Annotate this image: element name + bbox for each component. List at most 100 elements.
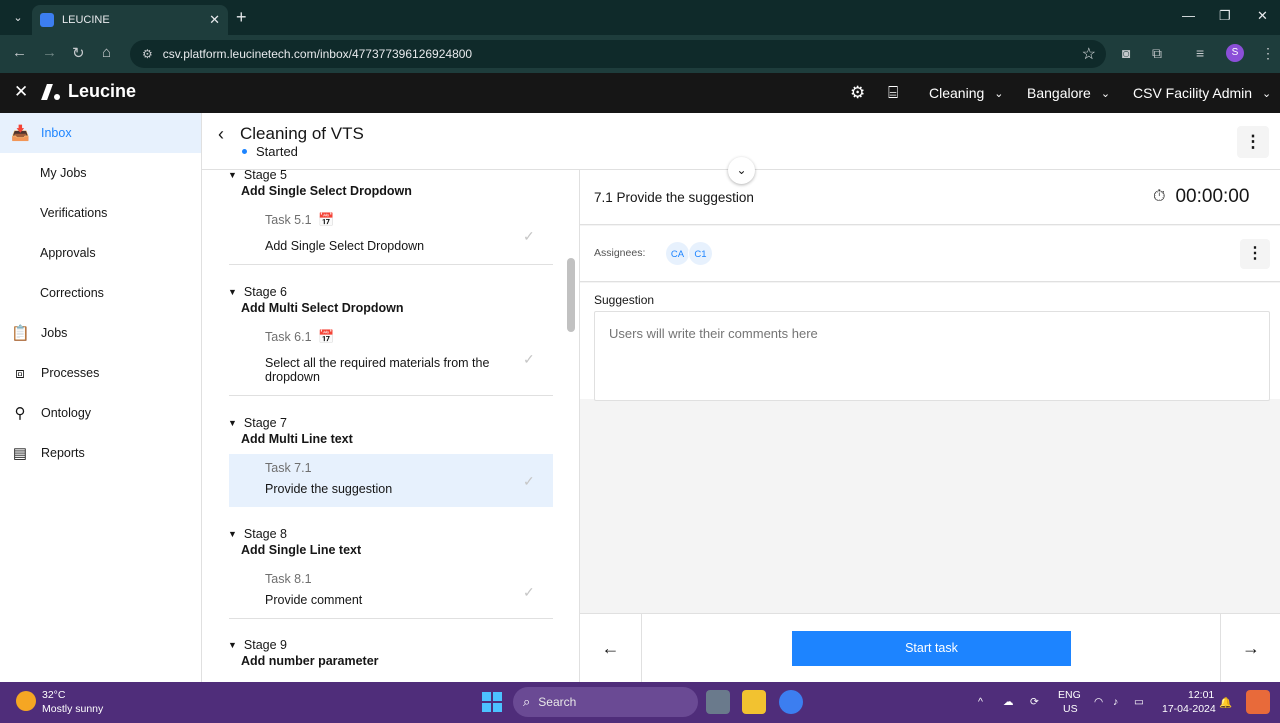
weather-sun-icon[interactable] <box>16 691 36 711</box>
calendar-schedule-icon: 📅 <box>318 329 335 344</box>
site-info-icon[interactable]: ⚙ <box>142 47 153 61</box>
task-number: Task 6.1 <box>265 330 312 344</box>
search-label: Search <box>538 695 577 709</box>
back-arrow-icon[interactable]: ‹ <box>218 124 224 145</box>
close-tab-icon[interactable]: ✕ <box>209 12 220 28</box>
assignees-label: Assignees: <box>594 247 646 259</box>
browser-menu-icon[interactable]: ⋮ <box>1261 45 1275 62</box>
stopwatch-icon: ⏱ <box>1153 188 1166 205</box>
tab-search-icon[interactable]: ⌄ <box>8 8 28 28</box>
task-view-icon[interactable] <box>706 690 730 714</box>
chevron-down-icon: ⌄ <box>1262 87 1272 100</box>
clipboard-icon: 📋 <box>11 325 30 342</box>
stage-header[interactable]: ▼ Stage 6 Add Multi Select Dropdown <box>228 285 558 315</box>
previous-task-arrow-icon[interactable]: ← <box>580 614 642 683</box>
sidebar-item-verifications[interactable]: Verifications <box>0 193 201 233</box>
caret-down-icon[interactable]: ▼ <box>228 170 237 180</box>
clock-date[interactable]: 17-04-2024 <box>1162 703 1216 715</box>
url-field[interactable]: ⚙ csv.platform.leucinetech.com/inbox/477… <box>130 40 1106 68</box>
profile-avatar[interactable]: S <box>1226 44 1244 62</box>
stage-number: Stage 5 <box>243 170 288 182</box>
extensions-icon[interactable]: ⧉ <box>1152 45 1162 62</box>
task-title: 7.1 Provide the suggestion <box>594 190 754 205</box>
wifi-icon[interactable]: ◠ <box>1094 696 1103 708</box>
check-icon: ✓ <box>523 584 535 600</box>
home-icon[interactable]: ⌂ <box>102 44 111 61</box>
stage-header[interactable]: ▼ Stage 9 Add number parameter <box>228 638 558 668</box>
stage-header[interactable]: ▼ Stage 8 Add Single Line text <box>228 527 558 557</box>
language-indicator[interactable]: ENG <box>1058 689 1081 701</box>
sidebar-item-inbox[interactable]: 📥 Inbox <box>0 113 201 153</box>
suggestion-textarea[interactable] <box>594 311 1270 401</box>
sidebar-item-ontology[interactable]: ⚲ Ontology <box>0 393 201 433</box>
task-name: Provide the suggestion <box>265 482 393 496</box>
restore-icon[interactable]: ❐ <box>1219 8 1231 24</box>
close-icon[interactable]: ✕ <box>14 82 28 102</box>
caret-down-icon[interactable]: ▼ <box>228 287 237 297</box>
caret-down-icon[interactable]: ▼ <box>228 418 237 428</box>
camera-icon[interactable]: ◙ <box>1122 45 1130 61</box>
sidebar-item-approvals[interactable]: Approvals <box>0 233 201 273</box>
show-hidden-icons-chevron-icon[interactable]: ^ <box>978 696 983 708</box>
task-item[interactable]: Task 5.1 📅 Add Single Select Dropdown ✓ <box>229 206 553 265</box>
task-item[interactable]: Task 8.1 Provide comment ✓ <box>229 565 553 619</box>
windows-start-icon[interactable] <box>482 692 502 712</box>
settings-gear-icon[interactable]: ⚙ <box>850 83 865 103</box>
stage-list-scrollbar[interactable] <box>567 258 575 332</box>
task-item[interactable]: Task 6.1 📅 Select all the required mater… <box>229 323 553 396</box>
reload-icon[interactable]: ↻ <box>72 44 85 62</box>
caret-down-icon[interactable]: ▼ <box>228 640 237 650</box>
clock-time[interactable]: 12:01 <box>1188 689 1214 701</box>
report-icon: ▤ <box>12 445 28 462</box>
task-more-options-button[interactable]: ⋮ <box>1240 239 1270 269</box>
region-indicator[interactable]: US <box>1063 703 1078 715</box>
stage-name: Add Multi Line text <box>241 432 353 446</box>
sidebar-item-processes[interactable]: ⧈ Processes <box>0 353 201 393</box>
forward-icon[interactable]: → <box>42 44 57 61</box>
browser-tab[interactable]: LEUCINE ✕ <box>32 5 228 35</box>
sidebar-item-jobs[interactable]: 📋 Jobs <box>0 313 201 353</box>
tab-title: LEUCINE <box>62 14 110 26</box>
new-tab-icon[interactable]: + <box>236 7 247 28</box>
next-task-arrow-icon[interactable]: → <box>1220 614 1280 683</box>
scan-icon[interactable]: ⌸ <box>888 83 898 103</box>
task-item-selected[interactable]: Task 7.1 Provide the suggestion ✓ <box>229 454 553 507</box>
stage-header[interactable]: ▼ Stage 5 Add Single Select Dropdown <box>228 170 558 198</box>
sidebar-item-corrections[interactable]: Corrections <box>0 273 201 313</box>
chrome-icon[interactable] <box>779 690 803 714</box>
volume-icon[interactable]: ♪ <box>1113 696 1118 708</box>
copilot-icon[interactable] <box>1246 690 1270 714</box>
taskbar-search[interactable]: ⌕ Search <box>513 687 698 717</box>
start-task-button[interactable]: Start task <box>792 631 1071 666</box>
battery-icon[interactable]: ▭ <box>1134 696 1144 708</box>
sidebar-item-reports[interactable]: ▤ Reports <box>0 433 201 473</box>
file-explorer-icon[interactable] <box>742 690 766 714</box>
caret-down-icon[interactable]: ▼ <box>228 529 237 539</box>
media-icon[interactable]: ≡ <box>1196 45 1204 61</box>
cloud-icon[interactable]: ☁ <box>1003 696 1014 708</box>
check-icon: ✓ <box>523 351 535 367</box>
os-taskbar: 32°C Mostly sunny ⌕ Search ^ ☁ ⟳ ENG US … <box>0 682 1280 723</box>
stage-header[interactable]: ▼ Stage 7 Add Multi Line text <box>228 416 558 446</box>
brand-name: Leucine <box>68 81 137 101</box>
sidebar-item-my-jobs[interactable]: My Jobs <box>0 153 201 193</box>
bookmark-star-icon[interactable]: ☆ <box>1082 44 1096 64</box>
notification-bell-icon[interactable]: 🔔 <box>1219 696 1232 709</box>
assignee-avatar[interactable]: C1 <box>688 241 713 266</box>
facility-dropdown[interactable]: Bangalore ⌄ <box>1027 85 1110 101</box>
back-icon[interactable]: ← <box>12 44 27 61</box>
collapse-header-button[interactable]: ⌄ <box>728 157 755 184</box>
hierarchy-icon: ⚲ <box>14 405 26 422</box>
close-window-icon[interactable]: ✕ <box>1257 8 1268 24</box>
job-more-options-button[interactable]: ⋮ <box>1237 126 1269 158</box>
inbox-icon: 📥 <box>11 125 30 142</box>
user-menu-dropdown[interactable]: CSV Facility Admin ⌄ <box>1133 85 1271 101</box>
app-header: ✕ Leucine ⚙ ⌸ Cleaning ⌄ Bangalore ⌄ CSV… <box>0 73 1280 113</box>
task-timer: ⏱ 00:00:00 <box>1153 186 1249 208</box>
search-icon: ⌕ <box>523 694 531 709</box>
sync-icon[interactable]: ⟳ <box>1030 696 1039 708</box>
use-case-dropdown[interactable]: Cleaning ⌄ <box>929 85 1003 101</box>
minimize-icon[interactable]: — <box>1182 8 1195 23</box>
task-name: Select all the required materials from t… <box>265 356 490 384</box>
assignee-avatar[interactable]: CA <box>665 241 690 266</box>
